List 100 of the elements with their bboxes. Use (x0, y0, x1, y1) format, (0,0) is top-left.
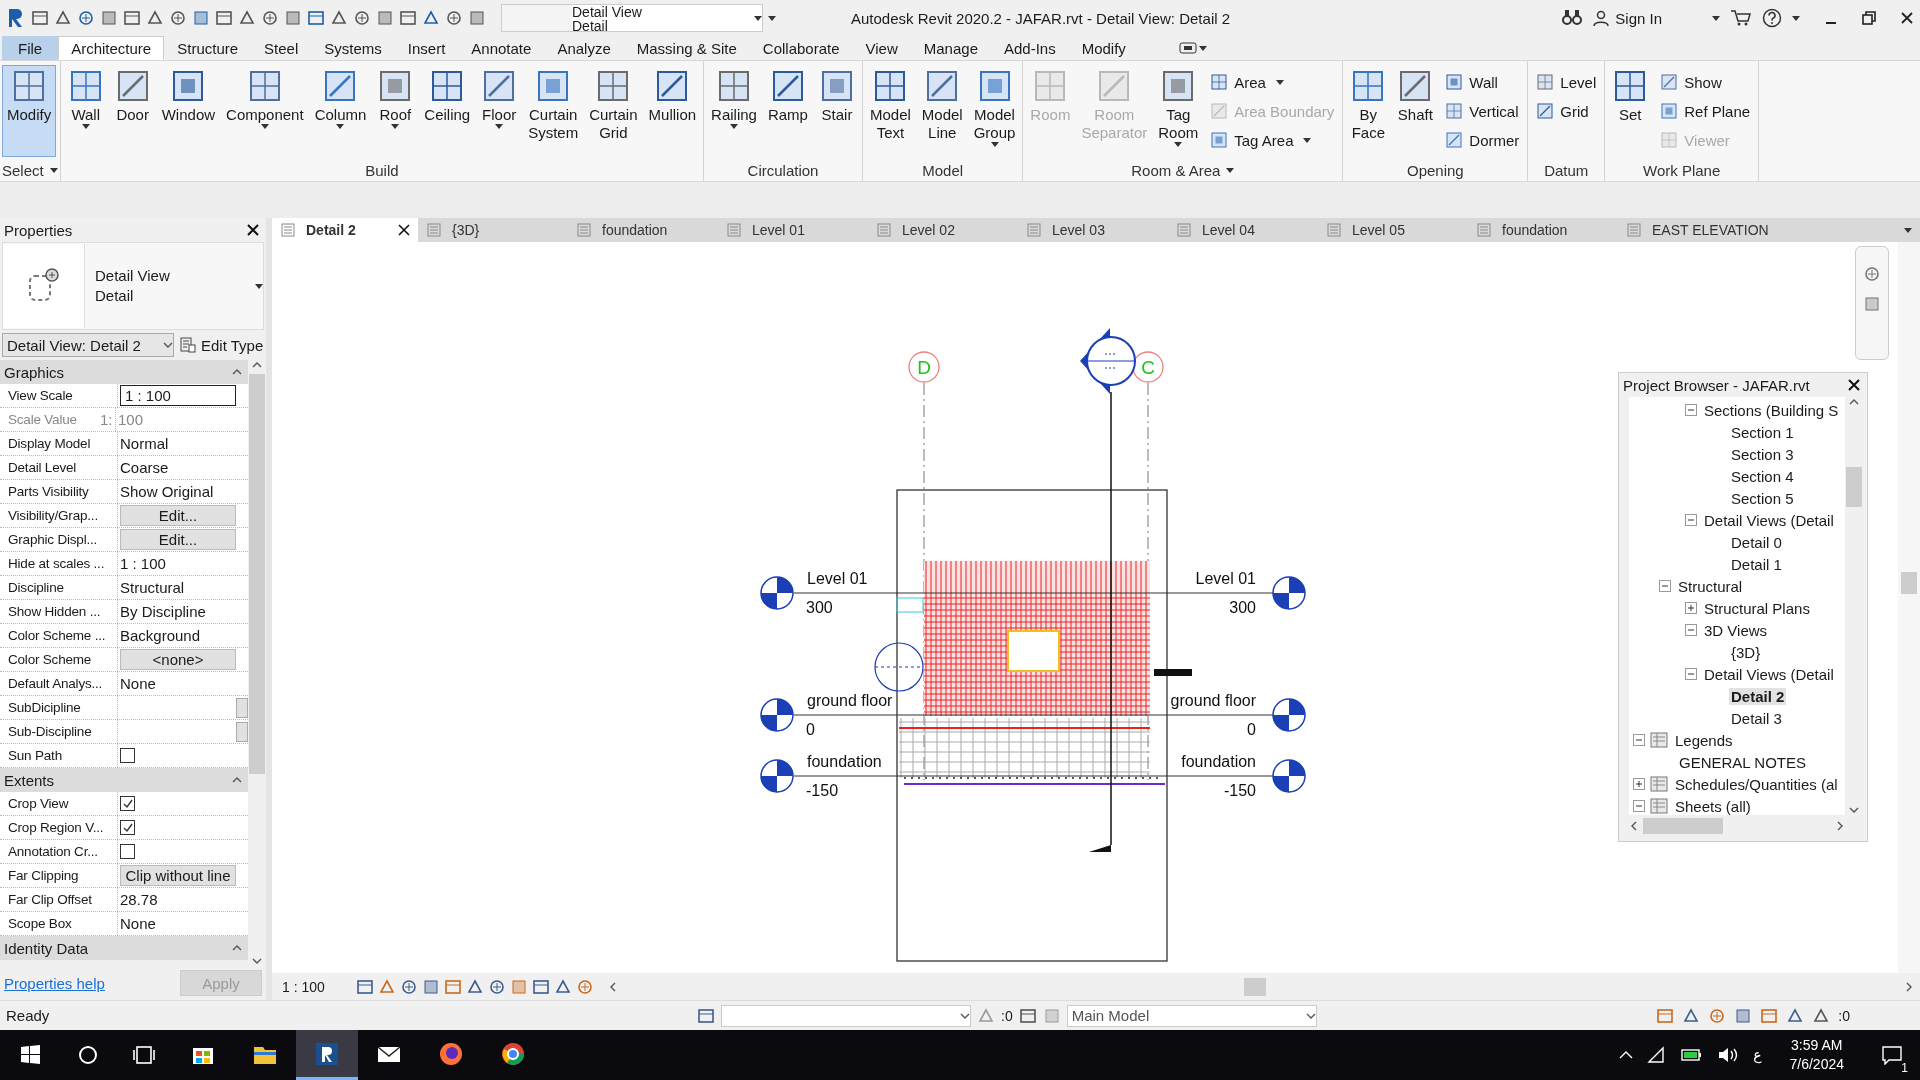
ribbon-tab[interactable]: Steel (251, 36, 312, 60)
ribbon-tool-button[interactable]: Curtain Grid (584, 65, 643, 145)
ribbon-tool-button[interactable]: Roof (372, 65, 419, 132)
document-tab[interactable]: Level 04 (1168, 218, 1318, 242)
tree-item[interactable]: Detail 3 (1729, 709, 1784, 727)
view-type-dropdown[interactable]: Detail View Detail (501, 4, 763, 32)
sign-in-button[interactable]: Sign In (1593, 9, 1662, 27)
ribbon-tab[interactable]: Collaborate (749, 36, 853, 60)
value-field[interactable]: 1 : 100 (120, 385, 236, 406)
tree-item[interactable]: GENERAL NOTES (1677, 753, 1808, 771)
value-button[interactable]: Edit... (120, 505, 236, 526)
edit-type-button[interactable]: Edit Type (180, 336, 264, 354)
file-menu-button[interactable]: File (2, 36, 59, 60)
value-text[interactable]: Background (118, 627, 248, 644)
document-tab[interactable]: foundation (568, 218, 718, 242)
panel-title[interactable]: Select (2, 161, 44, 179)
document-tab[interactable]: Level 05 (1318, 218, 1468, 242)
value-text[interactable]: None (118, 675, 248, 692)
ribbon-tool-button[interactable]: Shaft (1392, 65, 1439, 127)
value-text[interactable]: Normal (118, 435, 248, 452)
ribbon-tool-button[interactable]: Grid (1530, 98, 1603, 124)
ribbon-tool-button[interactable]: Wall (1439, 69, 1526, 95)
value-button[interactable]: Edit... (120, 529, 236, 550)
ribbon-tool-button[interactable]: Railing (706, 65, 762, 132)
ribbon-tool-button[interactable]: Model Text (864, 65, 916, 145)
value-text[interactable]: Structural (118, 579, 248, 596)
instance-dropdown[interactable]: Detail View: Detail 2 (2, 333, 174, 357)
tree-item[interactable]: Schedules/Quantities (al (1673, 775, 1840, 793)
ribbon-tool-button[interactable]: Tag Room (1153, 65, 1204, 150)
ribbon-tab[interactable]: Modify (1068, 36, 1139, 60)
input-language[interactable]: ع (1753, 1047, 1762, 1063)
ribbon-tool-button[interactable]: Vertical (1439, 98, 1526, 124)
value-text[interactable]: None (118, 915, 248, 932)
ribbon-tool-button[interactable]: Stair (813, 65, 860, 127)
value-text[interactable]: 1 : 100 (118, 555, 248, 572)
ribbon-tool-button[interactable]: Model Line (916, 65, 968, 145)
ribbon-tool-button[interactable]: Curtain System (523, 65, 584, 145)
ribbon-tool-button[interactable]: Model Group (968, 65, 1021, 150)
tree-item[interactable]: Structural (1676, 577, 1745, 595)
type-selector[interactable]: Detail View Detail (2, 242, 264, 330)
value-text[interactable]: Coarse (118, 459, 248, 476)
ribbon-tool-button[interactable]: Column (309, 65, 372, 132)
document-tab[interactable]: {3D} (418, 218, 568, 242)
tree-item[interactable]: Detail 0 (1729, 533, 1784, 551)
ribbon-tab[interactable]: Systems (311, 36, 395, 60)
tree-item[interactable]: Section 5 (1729, 489, 1796, 507)
ribbon-tool-button[interactable]: Door (109, 65, 156, 127)
value-text[interactable]: By Discipline (118, 603, 248, 620)
ribbon-tool-button[interactable]: Ref Plane (1654, 98, 1757, 124)
ribbon-tool-button[interactable]: Set (1607, 65, 1654, 127)
ribbon-tool-button[interactable]: Level (1530, 69, 1603, 95)
tree-item[interactable]: Section 3 (1729, 445, 1796, 463)
ribbon-tool-button[interactable]: Tag Area (1204, 127, 1341, 153)
value-button[interactable]: Clip without line (120, 865, 236, 886)
value-button[interactable]: <none> (120, 649, 236, 670)
tree-item[interactable]: Detail Views (Detail (1702, 511, 1836, 529)
ribbon-tool-button[interactable]: Wall (62, 65, 109, 132)
tree-item[interactable]: Detail 1 (1729, 555, 1784, 573)
model-dropdown[interactable]: Main Model (1066, 1004, 1317, 1027)
ribbon-tab[interactable]: Analyze (544, 36, 624, 60)
document-tab[interactable]: Level 03 (1018, 218, 1168, 242)
tree-item[interactable]: Section 1 (1729, 423, 1796, 441)
ribbon-tab[interactable]: Structure (164, 36, 252, 60)
panel-title[interactable]: Circulation (747, 161, 819, 179)
ribbon-tool-button[interactable]: Window (156, 65, 221, 127)
ribbon-tab[interactable]: Insert (394, 36, 459, 60)
group-header[interactable]: Graphics (4, 363, 65, 381)
tree-item[interactable]: Detail 2 (1729, 687, 1787, 705)
document-tab[interactable]: Level 02 (868, 218, 1018, 242)
ribbon-tool-button[interactable]: Mullion (643, 65, 702, 127)
ribbon-tab[interactable]: Annotate (458, 36, 545, 60)
panel-title[interactable]: Build (365, 161, 399, 179)
ribbon-tool-button[interactable]: By Face (1345, 65, 1392, 145)
tree-item[interactable]: {3D} (1729, 643, 1763, 661)
document-tab[interactable]: EAST ELEVATION (1618, 218, 1777, 242)
ribbon-tool-button[interactable]: Ramp (762, 65, 813, 127)
ribbon-tab[interactable]: Add-Ins (991, 36, 1069, 60)
document-tab[interactable]: Detail 2 (272, 218, 418, 242)
ribbon-tool-button[interactable]: Ceiling (419, 65, 476, 127)
tree-item[interactable]: 3D Views (1702, 621, 1770, 639)
ribbon-tool-button[interactable]: Area (1204, 69, 1341, 95)
ribbon-tool-button[interactable]: Modify (2, 65, 57, 157)
ribbon-tool-button[interactable]: Floor (476, 65, 523, 132)
ribbon-tool-button[interactable]: Component (221, 65, 309, 132)
ribbon-tab[interactable]: Manage (910, 36, 991, 60)
clock[interactable]: 3:59 AM 7/6/2024 (1789, 1036, 1844, 1074)
tree-item[interactable]: Section 4 (1729, 467, 1796, 485)
notification-button[interactable]: 1 (1872, 1033, 1912, 1077)
panel-title[interactable]: Room & Area (1131, 161, 1221, 179)
ribbon-tool-button[interactable]: Dormer (1439, 127, 1526, 153)
tree-item[interactable]: Legends (1673, 731, 1735, 749)
ribbon-tab[interactable]: Architecture (58, 36, 165, 60)
group-header[interactable]: Extents (4, 771, 55, 789)
document-tab[interactable]: Level 01 (718, 218, 868, 242)
properties-help-link[interactable]: Properties help (4, 974, 105, 992)
tree-item[interactable]: Sections (Building S (1702, 401, 1841, 419)
panel-title[interactable]: Model (922, 161, 964, 179)
panel-title[interactable]: Opening (1407, 161, 1464, 179)
document-tab[interactable]: foundation (1468, 218, 1618, 242)
tree-item[interactable]: Sheets (all) (1673, 797, 1753, 815)
